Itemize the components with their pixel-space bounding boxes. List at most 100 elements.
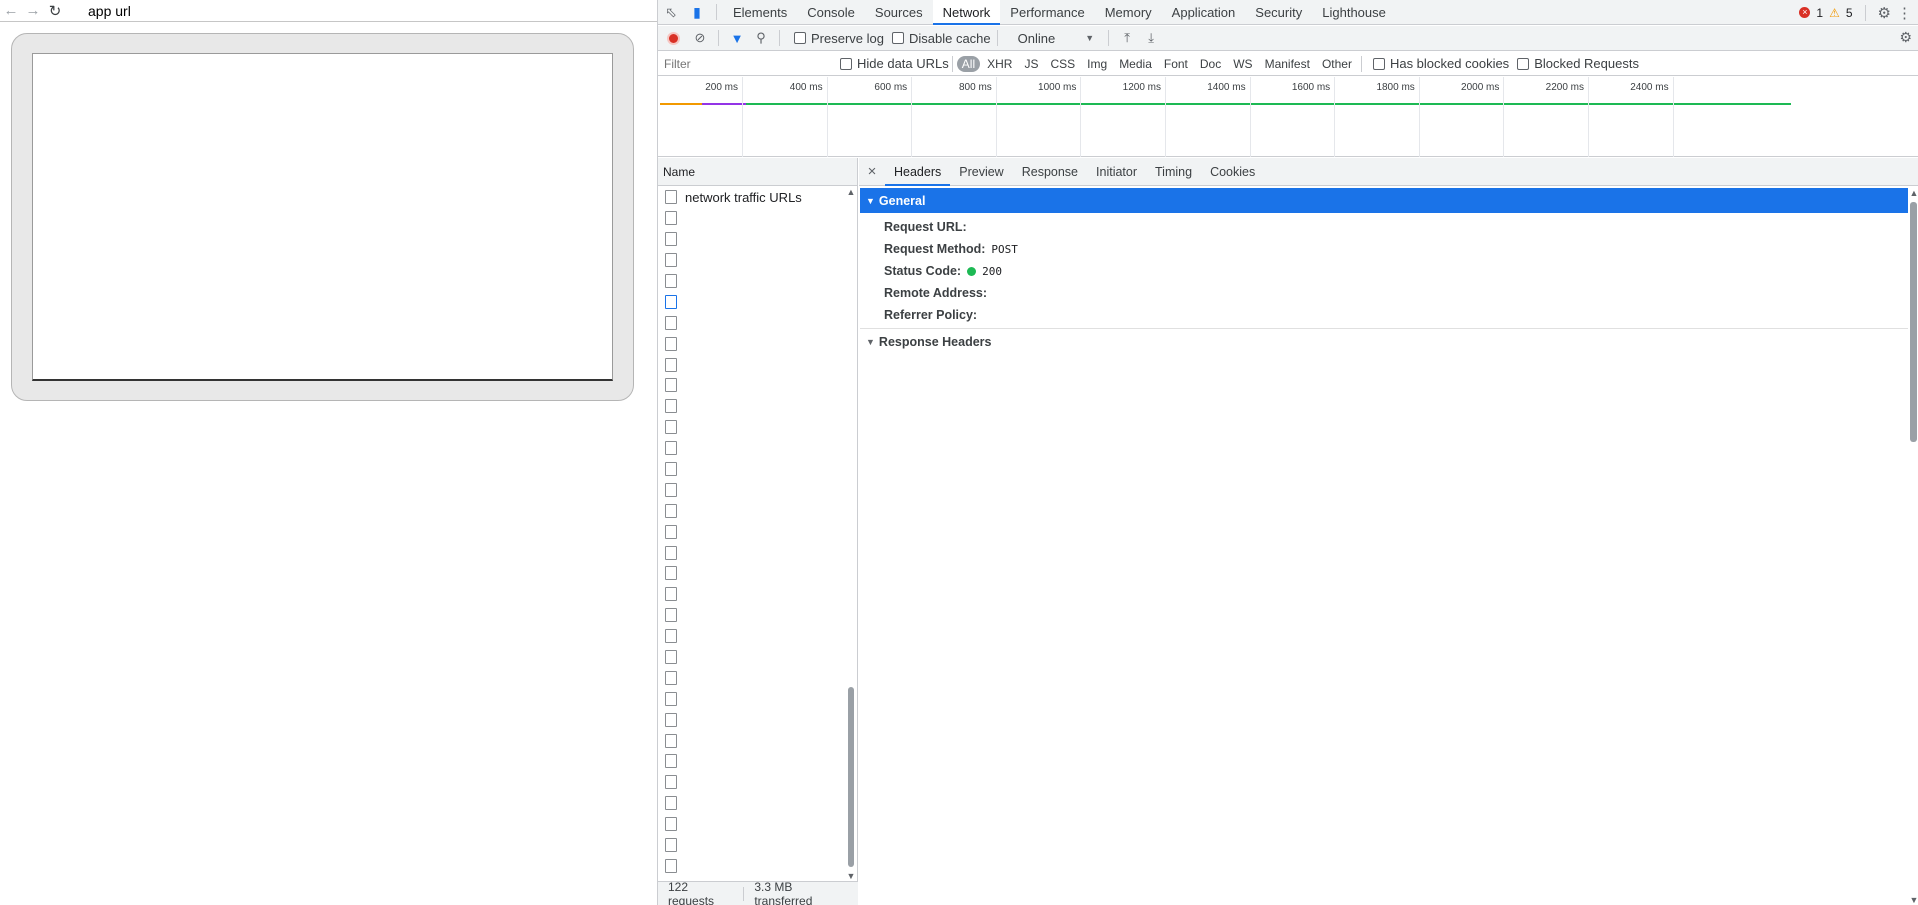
request-row[interactable] — [658, 479, 846, 500]
request-row[interactable] — [658, 417, 846, 438]
type-filter-media[interactable]: Media — [1114, 56, 1157, 72]
inspect-element-icon[interactable]: ⬁ — [658, 0, 684, 25]
type-filter-js[interactable]: JS — [1019, 56, 1043, 72]
scroll-down-icon[interactable]: ▼ — [1909, 895, 1918, 905]
checkbox-box[interactable] — [1517, 57, 1530, 70]
request-row[interactable] — [658, 312, 846, 333]
request-row[interactable] — [658, 333, 846, 354]
request-row[interactable] — [658, 396, 846, 417]
request-row[interactable] — [658, 856, 846, 877]
type-filter-font[interactable]: Font — [1159, 56, 1193, 72]
warning-count[interactable]: 5 — [1846, 6, 1853, 20]
checkbox-box[interactable] — [1372, 57, 1385, 70]
tab-application[interactable]: Application — [1162, 0, 1246, 25]
back-arrow-icon[interactable]: ← — [0, 1, 22, 21]
tab-memory[interactable]: Memory — [1095, 0, 1162, 25]
request-row[interactable] — [658, 605, 846, 626]
request-row[interactable] — [658, 375, 846, 396]
requests-scrollbar[interactable]: ▲ ▼ — [846, 187, 856, 881]
device-toolbar-icon[interactable]: ▮ — [684, 0, 710, 25]
scroll-thumb[interactable] — [1910, 202, 1917, 442]
tab-sources[interactable]: Sources — [865, 0, 933, 25]
type-filter-all[interactable]: All — [956, 55, 981, 72]
request-row[interactable] — [658, 626, 846, 647]
request-row[interactable] — [658, 521, 846, 542]
filter-input[interactable] — [662, 54, 832, 73]
request-row[interactable] — [658, 354, 846, 375]
request-row[interactable] — [658, 667, 846, 688]
tab-lighthouse[interactable]: Lighthouse — [1312, 0, 1396, 25]
hide-data-urls-checkbox[interactable]: Hide data URLs — [840, 56, 949, 71]
error-count[interactable]: 1 — [1816, 6, 1823, 20]
scroll-up-icon[interactable]: ▲ — [1909, 188, 1918, 198]
request-row[interactable] — [658, 250, 846, 271]
device-screen[interactable] — [32, 53, 613, 381]
name-column-header[interactable]: Name — [658, 158, 857, 186]
import-har-icon[interactable]: ⤒ — [1115, 26, 1139, 50]
type-filter-img[interactable]: Img — [1082, 56, 1112, 72]
request-row[interactable] — [658, 793, 846, 814]
tab-console[interactable]: Console — [797, 0, 865, 25]
response-headers-section-header[interactable]: ▼ Response Headers — [860, 332, 991, 352]
request-row[interactable] — [658, 835, 846, 856]
request-row[interactable] — [658, 584, 846, 605]
details-tab-initiator[interactable]: Initiator — [1087, 158, 1146, 186]
request-row[interactable]: network traffic URLs — [658, 187, 846, 208]
details-tab-headers[interactable]: Headers — [885, 158, 951, 186]
type-filter-xhr[interactable]: XHR — [982, 56, 1017, 72]
checkbox-box[interactable] — [794, 32, 806, 44]
details-tab-preview[interactable]: Preview — [950, 158, 1012, 186]
network-settings-gear-icon[interactable]: ⚙ — [1899, 29, 1912, 46]
details-tab-timing[interactable]: Timing — [1146, 158, 1201, 186]
scroll-up-icon[interactable]: ▲ — [846, 187, 856, 197]
throttling-select[interactable]: Online ▼ — [1018, 31, 1095, 46]
request-row[interactable] — [658, 814, 846, 835]
request-row[interactable] — [658, 271, 846, 292]
general-section-header[interactable]: ▼ General — [860, 188, 1908, 213]
request-row[interactable] — [658, 542, 846, 563]
request-row[interactable] — [658, 563, 846, 584]
reload-icon[interactable]: ↻ — [44, 1, 66, 21]
request-row[interactable] — [658, 772, 846, 793]
tab-performance[interactable]: Performance — [1000, 0, 1094, 25]
forward-arrow-icon[interactable]: → — [22, 1, 44, 21]
checkbox-box[interactable] — [891, 32, 904, 44]
scroll-thumb[interactable] — [848, 687, 854, 867]
type-filter-ws[interactable]: WS — [1228, 56, 1257, 72]
details-tab-response[interactable]: Response — [1013, 158, 1087, 186]
export-har-icon[interactable]: ⤓ — [1139, 26, 1163, 50]
type-filter-other[interactable]: Other — [1317, 56, 1357, 72]
request-row[interactable] — [658, 688, 846, 709]
more-options-icon[interactable]: ⋮ — [1897, 4, 1912, 22]
has-blocked-cookies-checkbox[interactable]: Has blocked cookies — [1372, 56, 1509, 71]
preserve-log-checkbox[interactable]: Preserve log — [794, 31, 884, 46]
clear-icon[interactable]: ⊘ — [688, 26, 712, 50]
request-row[interactable] — [658, 500, 846, 521]
checkbox-box[interactable] — [840, 57, 852, 70]
request-row[interactable] — [658, 647, 846, 668]
search-icon[interactable]: ⚲ — [749, 26, 773, 50]
error-icon[interactable]: × — [1799, 7, 1811, 18]
details-tab-cookies[interactable]: Cookies — [1201, 158, 1264, 186]
disable-cache-checkbox[interactable]: Disable cache — [891, 31, 991, 46]
request-row[interactable] — [658, 459, 846, 480]
request-row[interactable] — [658, 730, 846, 751]
request-row[interactable] — [658, 291, 846, 312]
request-row[interactable] — [658, 751, 846, 772]
request-row[interactable] — [658, 709, 846, 730]
tab-security[interactable]: Security — [1245, 0, 1312, 25]
tab-network[interactable]: Network — [932, 0, 1001, 25]
details-scrollbar[interactable]: ▲ ▼ — [1908, 188, 1918, 905]
record-button[interactable] — [667, 31, 680, 45]
type-filter-manifest[interactable]: Manifest — [1260, 56, 1315, 72]
request-row[interactable] — [658, 229, 846, 250]
network-overview-timeline[interactable]: 200 ms 400 ms 600 ms 800 ms 1000 ms 1200 ms 14… — [658, 77, 1918, 157]
blocked-requests-checkbox[interactable]: Blocked Requests — [1517, 56, 1639, 71]
filter-icon[interactable]: ▼ — [725, 26, 749, 50]
request-row[interactable] — [658, 438, 846, 459]
type-filter-doc[interactable]: Doc — [1195, 56, 1226, 72]
app-url-text[interactable]: app url — [88, 3, 131, 19]
warning-icon[interactable]: ⚠ — [1829, 6, 1840, 20]
type-filter-css[interactable]: CSS — [1045, 56, 1080, 72]
tab-elements[interactable]: Elements — [723, 0, 797, 25]
